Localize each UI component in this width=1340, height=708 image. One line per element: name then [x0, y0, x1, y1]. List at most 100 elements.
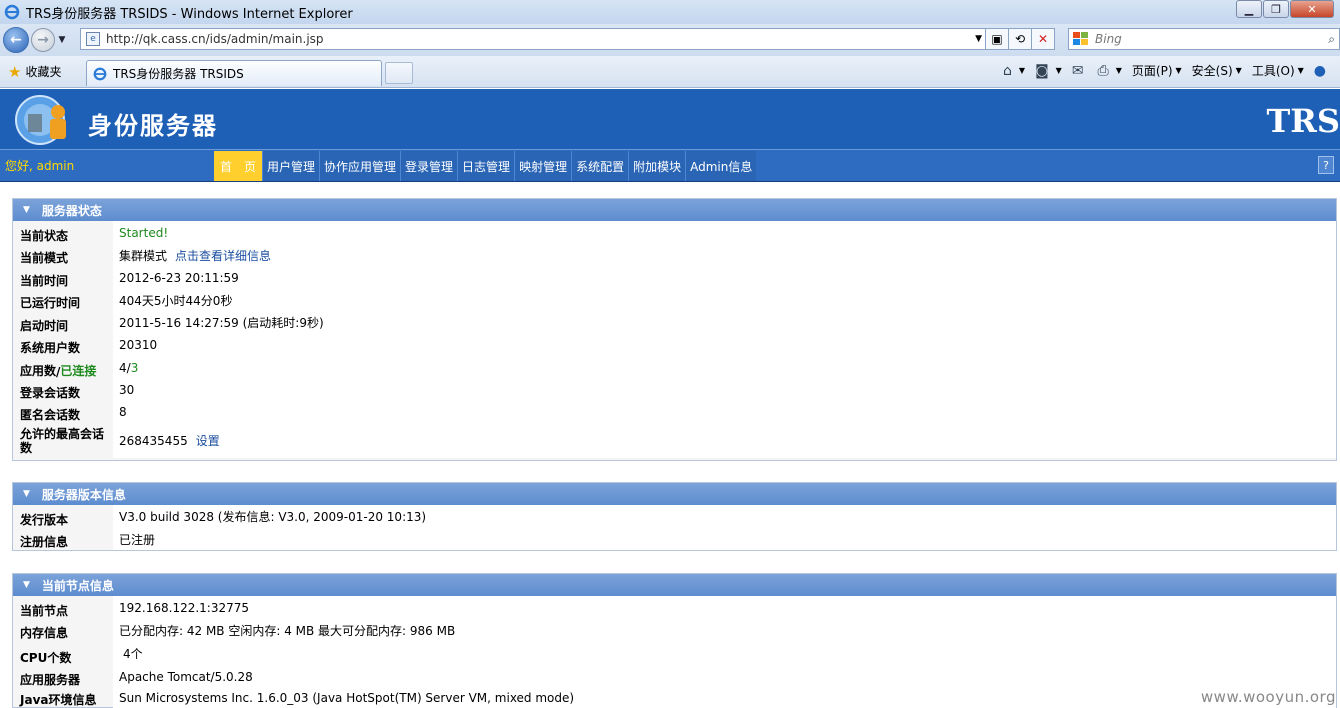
node-row: 当前节点 192.168.122.1:32775: [13, 596, 1336, 619]
appserver-row: 应用服务器 Apache Tomcat/5.0.28: [13, 666, 1336, 688]
row-value: V3.0 build 3028 (发布信息: V3.0, 2009-01-20 …: [113, 505, 1336, 528]
safety-menu[interactable]: 安全(S) ▼: [1192, 62, 1242, 79]
row-value: 20310: [113, 334, 1336, 356]
new-tab-button[interactable]: [385, 62, 413, 84]
menu-home[interactable]: 首 页: [214, 151, 262, 181]
page-menu[interactable]: 页面(P) ▼: [1132, 62, 1182, 79]
menu-logs[interactable]: 日志管理: [457, 151, 515, 181]
safety-menu-label: 安全(S): [1191, 64, 1233, 78]
menu-apps[interactable]: 协作应用管理: [319, 151, 401, 181]
settings-link[interactable]: 设置: [196, 432, 220, 449]
search-input[interactable]: Bing ⌕: [1068, 28, 1340, 50]
server-status-panel: ▼ 服务器状态 当前状态 Started! 当前模式 集群模式 点击查看详细信息…: [12, 198, 1337, 461]
address-toolbar: ← → ▼ e http://qk.cass.cn/ids/admin/main…: [0, 24, 1340, 56]
uptime-row: 已运行时间 404天5小时44分0秒: [13, 289, 1336, 311]
favorites-tab-bar: ★ 收藏夹 TRS身份服务器 TRSIDS ⌂ ▼ ◙ ▼ ✉ ⎙ ▼ 页面(P) ▼ …: [0, 56, 1340, 88]
ie-logo-icon: [4, 4, 20, 20]
row-label: 发行版本: [20, 513, 69, 527]
home-button[interactable]: ⌂ ▼: [1003, 63, 1025, 79]
row-label: Java环境信息: [20, 693, 97, 707]
home-icon: ⌂: [1003, 62, 1012, 79]
anon-sessions-row: 匿名会话数 8: [13, 401, 1336, 423]
minimize-button[interactable]: ▁: [1236, 0, 1262, 18]
stop-icon[interactable]: ✕: [1031, 28, 1055, 50]
collapse-icon[interactable]: ▼: [23, 580, 30, 590]
version-panel: ▼ 服务器版本信息 发行版本 V3.0 build 3028 (发布信息: V3…: [12, 482, 1337, 551]
status-row: 当前状态 Started!: [13, 221, 1336, 244]
tools-menu[interactable]: 工具(O) ▼: [1252, 62, 1304, 79]
help-button[interactable]: ?: [1318, 156, 1334, 174]
row-label: 当前模式: [20, 251, 69, 265]
help-circle-icon[interactable]: ●: [1314, 63, 1330, 79]
mode-row: 当前模式 集群模式 点击查看详细信息: [13, 244, 1336, 266]
address-url[interactable]: http://qk.cass.cn/ids/admin/main.jsp: [106, 32, 324, 46]
address-input[interactable]: e http://qk.cass.cn/ids/admin/main.jsp ▼: [80, 28, 987, 50]
command-bar: ⌂ ▼ ◙ ▼ ✉ ⎙ ▼ 页面(P) ▼ 安全(S) ▼ 工具(O) ▼ ●: [1003, 62, 1340, 79]
collapse-icon[interactable]: ▼: [23, 205, 30, 215]
mail-button[interactable]: ✉: [1072, 63, 1088, 79]
row-label: 已运行时间: [20, 296, 81, 310]
mode-detail-link[interactable]: 点击查看详细信息: [175, 247, 271, 264]
max-sessions-value: 268435455: [119, 433, 188, 448]
menu-login[interactable]: 登录管理: [400, 151, 458, 181]
refresh-icon[interactable]: ⟲: [1008, 28, 1032, 50]
java-row: Java环境信息 Sun Microsystems Inc. 1.6.0_03 …: [13, 688, 1336, 708]
row-value: 8: [113, 401, 1336, 423]
menu-addons[interactable]: 附加模块: [628, 151, 686, 181]
print-button[interactable]: ⎙ ▼: [1098, 63, 1122, 79]
row-value: Started!: [113, 221, 1336, 244]
row-label: 登录会话数: [20, 386, 81, 400]
compat-view-icon[interactable]: ▣: [985, 28, 1009, 50]
collapse-icon[interactable]: ▼: [23, 489, 30, 499]
row-label: 启动时间: [20, 319, 69, 333]
apps-row: 应用数 / 已连接 4 / 3: [13, 356, 1336, 379]
apps-label: 应用数: [20, 364, 57, 378]
menu-config[interactable]: 系统配置: [571, 151, 629, 181]
window-titlebar: TRS身份服务器 TRSIDS - Windows Internet Explo…: [0, 0, 1340, 24]
panel-title: 服务器版本信息: [41, 487, 126, 502]
maximize-button[interactable]: ❐: [1263, 0, 1289, 18]
address-dropdown-icon[interactable]: ▼: [975, 34, 982, 44]
close-button[interactable]: ✕: [1290, 0, 1334, 18]
row-value: Sun Microsystems Inc. 1.6.0_03 (Java Hot…: [113, 688, 1336, 708]
menu-mapping[interactable]: 映射管理: [514, 151, 572, 181]
page-icon: e: [86, 32, 100, 46]
row-label: 当前时间: [20, 274, 69, 288]
row-value: 404天5小时44分0秒: [113, 289, 1336, 311]
mode-value: 集群模式: [119, 248, 168, 263]
memory-row: 内存信息 已分配内存: 42 MB 空闲内存: 4 MB 最大可分配内存: 98…: [13, 619, 1336, 641]
address-tools: ▣ ⟲ ✕: [985, 28, 1055, 50]
connected-label: 已连接: [60, 364, 97, 378]
row-value: 已注册: [113, 528, 1336, 550]
search-icon[interactable]: ⌕: [1328, 32, 1335, 47]
trs-logo-icon: [15, 95, 66, 145]
row-label: 系统用户数: [20, 341, 81, 355]
max-sessions-row: 允许的最高会话数 268435455 设置: [13, 423, 1336, 458]
page-menu-label: 页面(P): [1131, 64, 1173, 78]
feeds-button[interactable]: ◙ ▼: [1035, 63, 1062, 79]
node-panel: ▼ 当前节点信息 当前节点 192.168.122.1:32775 内存信息 已…: [12, 573, 1337, 708]
version-header[interactable]: ▼ 服务器版本信息: [13, 483, 1336, 505]
tab-trsids[interactable]: TRS身份服务器 TRSIDS: [86, 60, 382, 86]
back-button[interactable]: ←: [3, 27, 29, 53]
row-label: CPU个数: [20, 651, 72, 665]
bing-icon: [1073, 32, 1089, 46]
server-status-header[interactable]: ▼ 服务器状态: [13, 199, 1336, 221]
row-label: 内存信息: [20, 626, 69, 640]
row-label: 当前状态: [20, 229, 69, 243]
registration-row: 注册信息 已注册: [13, 528, 1336, 550]
row-value: 30: [113, 379, 1336, 401]
tab-title: TRS身份服务器 TRSIDS: [113, 67, 244, 81]
history-dropdown-icon[interactable]: ▼: [55, 35, 69, 45]
favorites-button[interactable]: ★ 收藏夹: [8, 63, 61, 81]
menu-admin-info[interactable]: Admin信息: [685, 151, 757, 181]
node-header[interactable]: ▼ 当前节点信息: [13, 574, 1336, 596]
mail-icon: ✉: [1071, 62, 1084, 79]
row-value: 2011-5-16 14:27:59 (启动耗时:9秒): [113, 311, 1336, 334]
menu-users[interactable]: 用户管理: [262, 151, 320, 181]
watermark: www.wooyun.org: [1200, 688, 1336, 706]
panel-title: 服务器状态: [41, 203, 102, 218]
forward-button[interactable]: →: [31, 28, 55, 52]
window-title: TRS身份服务器 TRSIDS - Windows Internet Explo…: [26, 6, 353, 22]
trs-logo-text: TRS: [1266, 102, 1340, 140]
